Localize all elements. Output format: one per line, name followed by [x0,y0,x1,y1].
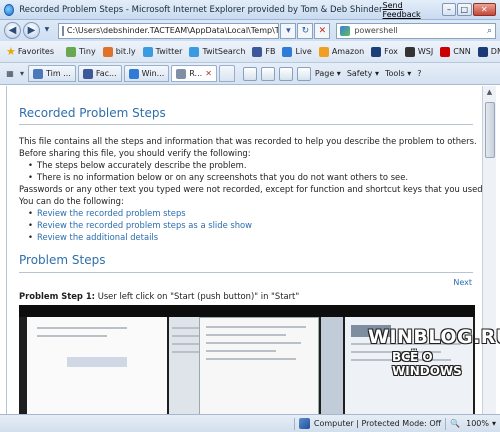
review-slideshow-link[interactable]: Review the recorded problem steps as a s… [28,220,252,230]
print-icon[interactable] [296,66,311,81]
command-bar: Page ▾ Safety ▾ Tools ▾ ? [242,66,428,81]
check-item: The steps below accurately describe the … [28,160,247,170]
favorite-link[interactable]: TwitSearch [189,46,245,57]
back-button[interactable]: ◀ [4,22,21,39]
next-link[interactable]: Next [453,278,472,287]
check-item: There is no information below or on any … [28,172,408,182]
help-menu[interactable]: ? [417,69,421,78]
tab-item[interactable]: Fac... [77,65,122,82]
search-box[interactable]: powershell ⌕ [336,22,496,39]
tab-item[interactable]: Win... [123,65,170,82]
title-bar: Recorded Problem Steps - Microsoft Inter… [0,0,500,20]
window-title: Recorded Problem Steps - Microsoft Inter… [19,4,383,15]
page-icon [61,25,64,36]
page-title: Recorded Problem Steps [19,106,166,120]
favorite-icon [189,46,200,57]
refresh-button[interactable]: ↻ [297,22,314,39]
forward-button[interactable]: ▶ [22,22,40,39]
address-field[interactable]: C:\Users\debshinder.TACTEAM\AppData\Loca… [57,22,280,39]
safety-menu[interactable]: Safety ▾ [347,69,379,78]
close-tab-icon[interactable]: ✕ [205,69,212,78]
favorite-icon [142,46,153,57]
mail-icon[interactable] [278,66,293,81]
favorite-icon [66,46,77,57]
favorites-button[interactable]: Favorites [18,47,54,56]
favorites-bar: ★ Favorites Tiny bit.ly Twitter TwitSear… [0,41,500,63]
favorite-icon [102,46,113,57]
watermark-title: WINBLOG.RU [368,326,500,348]
favorite-icon [404,46,415,57]
passwords-note: Passwords or any other text you typed we… [19,184,482,194]
search-provider-icon [340,25,351,36]
intro-text-1: This file contains all the steps and inf… [19,136,477,146]
close-button[interactable]: ✕ [472,3,496,16]
status-separator [445,417,447,430]
search-input[interactable]: powershell [354,26,487,35]
steps-heading: Problem Steps [19,253,106,267]
favorite-link[interactable]: Tiny [66,46,96,57]
favorite-icon [440,46,451,57]
tab-row: ▦ ▾ Tim ... Fac... Win... R... ✕ Page ▾ S… [0,63,500,85]
computer-zone-icon [298,418,310,429]
favorite-icon [282,46,293,57]
tab-item[interactable]: Tim ... [28,65,76,82]
favorite-icon [252,46,263,57]
status-bar: Computer | Protected Mode: Off 🔍 100% ▾ [0,414,500,432]
tab-list-icon[interactable]: ▾ [16,69,28,78]
favorite-link[interactable]: Twitter [142,46,182,57]
zoom-icon[interactable]: 🔍 [450,419,460,428]
page-menu[interactable]: Page ▾ [315,69,341,78]
favorite-icon [318,46,329,57]
scroll-up-icon[interactable]: ▲ [483,86,496,98]
favorite-icon [477,46,488,57]
quick-tabs-icon[interactable]: ▦ [4,69,16,78]
review-details-link[interactable]: Review the additional details [28,232,158,242]
favorites-star-icon[interactable]: ★ [6,45,16,58]
ie-icon [4,3,15,16]
favorite-link[interactable]: CNN [440,46,471,57]
favorite-link[interactable]: bit.ly [102,46,136,57]
intro-text-2: Before sharing this file, you should ver… [19,148,251,158]
address-dropdown-icon[interactable]: ▾ [280,22,297,39]
address-url: C:\Users\debshinder.TACTEAM\AppData\Loca… [66,26,279,35]
minimize-button[interactable]: – [441,3,457,16]
favorite-link[interactable]: FB [252,46,275,57]
tab-favicon [33,68,43,79]
favorite-link[interactable]: Fox [371,46,398,57]
favorite-link[interactable]: DMN [477,46,500,57]
status-separator [293,417,295,430]
stop-button[interactable]: ✕ [314,22,331,39]
tab-item-active[interactable]: R... ✕ [171,65,217,82]
recent-pages-dropdown-icon[interactable]: ▼ [42,22,52,39]
tools-menu[interactable]: Tools ▾ [385,69,411,78]
screenshot-pane [27,317,167,414]
navigation-bar: ◀ ▶ ▼ C:\Users\debshinder.TACTEAM\AppDat… [0,20,500,41]
favorite-link[interactable]: Amazon [318,46,364,57]
favorite-link[interactable]: WSJ [404,46,433,57]
screenshot-top-strip [19,305,475,317]
maximize-button[interactable]: □ [457,3,472,16]
favorite-icon [371,46,382,57]
title-divider [19,124,473,125]
steps-divider [19,272,473,273]
new-tab-button[interactable] [218,65,235,82]
zoom-level[interactable]: 100% [466,419,489,428]
tab-favicon [176,68,187,79]
tab-favicon [82,68,93,79]
tab-favicon [128,68,139,79]
options-intro: You can do the following: [19,196,124,206]
zoom-dropdown-icon[interactable]: ▾ [492,419,496,428]
favorite-link[interactable]: Live [282,46,312,57]
screenshot-pane [321,317,343,414]
review-steps-link[interactable]: Review the recorded problem steps [28,208,186,218]
search-icon[interactable]: ⌕ [487,26,492,36]
screenshot-pane [199,317,319,414]
security-zone[interactable]: Computer | Protected Mode: Off [314,419,441,428]
watermark-subtitle: ВСЁ О WINDOWS [392,350,462,378]
feeds-icon[interactable] [260,66,275,81]
scroll-thumb[interactable] [485,102,495,158]
problem-step-1: Problem Step 1: User left click on "Star… [19,291,300,301]
send-feedback-link[interactable]: Send Feedback [383,1,433,19]
home-icon[interactable] [242,66,257,81]
